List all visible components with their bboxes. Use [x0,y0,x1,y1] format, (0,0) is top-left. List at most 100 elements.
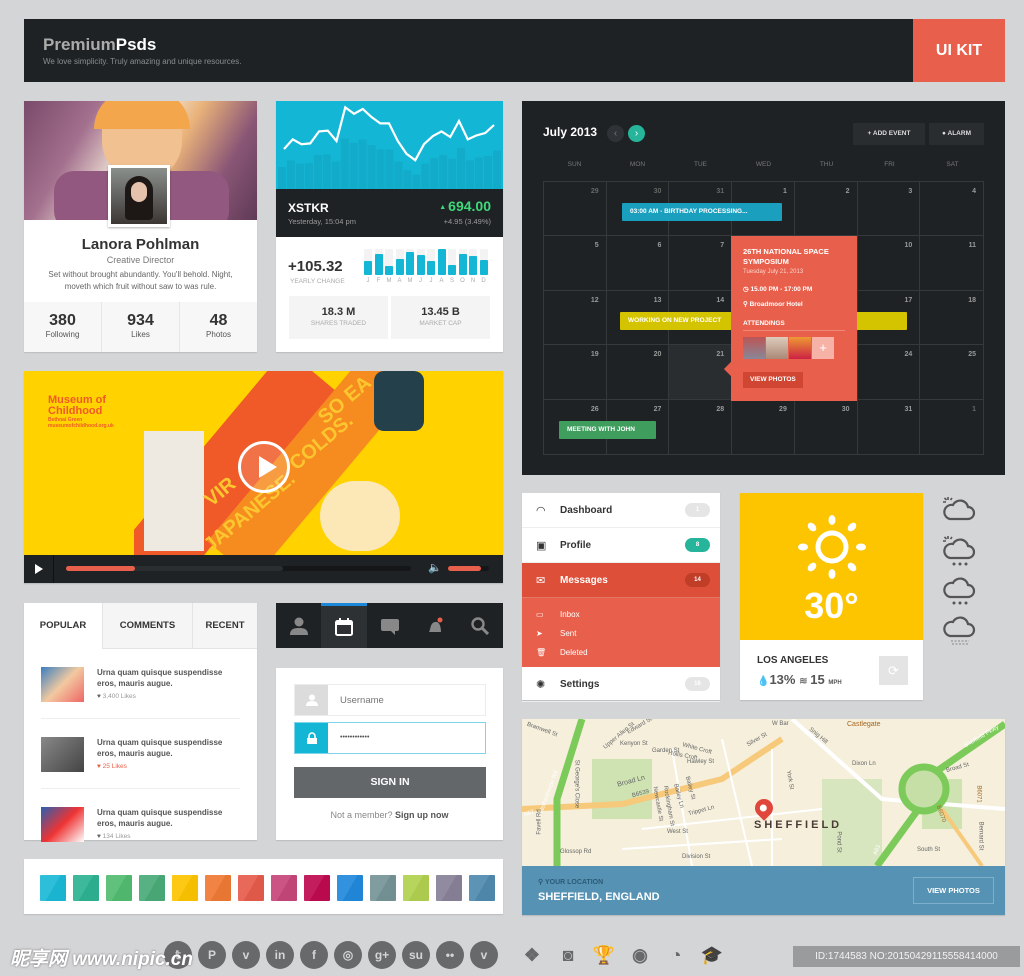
submenu-item-sent[interactable]: ➤ Sent [522,624,720,643]
prev-month-button[interactable]: ‹ [607,125,624,142]
camera-icon[interactable]: ◉ [626,941,654,969]
color-swatch[interactable] [403,875,429,901]
stumbleupon-icon[interactable]: su [402,941,430,969]
nav-search-button[interactable] [458,603,503,648]
volume-icon[interactable]: 🔈 [428,561,442,574]
list-item[interactable]: Urna quam quisque suspendisse eros, maur… [41,649,240,719]
color-swatch[interactable] [172,875,198,901]
volume-slider[interactable] [448,566,489,571]
calendar-day[interactable]: 2 [794,182,858,237]
attendee-avatar[interactable] [789,337,811,359]
calendar-day[interactable]: 1 [920,400,983,454]
color-swatch[interactable] [304,875,330,901]
color-swatch[interactable] [337,875,363,901]
sidebar-item-messages[interactable]: ✉ Messages 14 [522,563,720,597]
view-photos-button[interactable]: VIEW PHOTOS [743,372,803,388]
stat-following[interactable]: 380 Following [24,302,102,352]
facebook-icon[interactable]: f [300,941,328,969]
linkedin-icon[interactable]: in [266,941,294,969]
sign-in-button[interactable]: SIGN IN [294,767,486,798]
calendar-day[interactable]: 29 [732,399,795,454]
pie-chart-icon[interactable]: ◔ [662,941,690,969]
sidebar-item-dashboard[interactable]: ◠ Dashboard 1 [522,493,720,528]
attendee-avatar[interactable] [766,337,788,359]
post-title[interactable]: Urna quam quisque suspendisse eros, maur… [97,667,240,689]
google-plus-icon[interactable]: g+ [368,941,396,969]
calendar-event[interactable]: MEETING WITH JOHN [559,421,656,439]
add-attendee-button[interactable]: + [812,337,834,359]
password-input[interactable]: •••••••••••• [328,723,485,753]
calendar-day[interactable]: 21 [669,345,733,400]
calendar-event[interactable]: 03:00 AM - BIRTHDAY PROCESSING... [622,203,782,221]
add-event-button[interactable]: + ADD EVENT [853,123,925,145]
calendar-day[interactable]: 20 [606,345,670,400]
calendar-day[interactable]: 24 [857,345,921,400]
color-swatch[interactable] [73,875,99,901]
map-view[interactable]: SHEFFIELD Broad Ln Garden St Hawley St D… [522,719,1005,866]
color-swatch[interactable] [370,875,396,901]
calendar-day[interactable]: 3 [857,182,921,237]
dribbble-icon[interactable]: ◎ [334,941,362,969]
username-field[interactable] [294,684,486,716]
calendar-day[interactable]: 12 [544,290,607,346]
post-title[interactable]: Urna quam quisque suspendisse eros, maur… [97,807,240,829]
calendar-day[interactable]: 5 [544,236,607,291]
calendar-day[interactable]: 18 [920,291,983,346]
post-title[interactable]: Urna quam quisque suspendisse eros, maur… [97,737,240,759]
color-swatch[interactable] [205,875,231,901]
submenu-item-deleted[interactable]: 🗑 Deleted [522,643,720,662]
attendee-avatar[interactable] [743,337,765,359]
calendar-day[interactable]: 25 [920,345,983,400]
instagram-icon[interactable]: ◙ [554,941,582,969]
trophy-icon[interactable]: 🏆 [590,941,618,969]
sidebar-item-profile[interactable]: ▣ Profile 8 [522,528,720,563]
calendar-day[interactable]: 28 [669,399,733,454]
nav-calendar-button[interactable] [321,603,367,648]
nav-chat-button[interactable] [367,603,412,648]
password-field[interactable]: •••••••••••• [294,722,486,754]
dropbox-icon[interactable]: ❖ [518,941,546,969]
pinterest-icon[interactable]: P [198,941,226,969]
list-item[interactable]: Urna quam quisque suspendisse eros, maur… [41,789,240,842]
refresh-button[interactable]: ⟳ [879,656,908,685]
color-swatch[interactable] [238,875,264,901]
vimeo-icon[interactable]: v [232,941,260,969]
alarm-button[interactable]: ● ALARM [929,123,984,145]
calendar-day[interactable]: 29 [544,182,607,237]
graduation-cap-icon[interactable]: 🎓 [698,941,726,969]
calendar-day[interactable]: 11 [920,236,983,291]
tab-comments[interactable]: COMMENTS [102,603,192,649]
color-swatch[interactable] [106,875,132,901]
nav-bell-button[interactable] [412,603,457,648]
calendar-day[interactable]: 30 [795,399,858,454]
calendar-day[interactable]: 31 [858,399,921,454]
sidebar-item-settings[interactable]: ✺ Settings 16 [522,667,720,702]
view-photos-button[interactable]: VIEW PHOTOS [913,877,994,904]
calendar-day[interactable]: 4 [920,182,983,237]
list-item[interactable]: Urna quam quisque suspendisse eros, maur… [41,719,240,789]
play-button[interactable] [24,555,54,583]
vine-icon[interactable]: v [470,941,498,969]
nav-user-button[interactable] [276,603,321,648]
color-swatch[interactable] [436,875,462,901]
color-swatch[interactable] [139,875,165,901]
sign-up-link[interactable]: Sign up now [395,810,449,820]
play-overlay-button[interactable] [238,441,290,493]
username-input[interactable] [328,685,485,715]
color-swatch[interactable] [40,875,66,901]
color-swatch[interactable] [469,875,495,901]
stat-photos[interactable]: 48 Photos [180,302,257,352]
seek-bar[interactable] [66,566,411,571]
stat-likes[interactable]: 934 Likes [102,302,180,352]
next-month-button[interactable]: › [628,125,645,142]
calendar-day[interactable]: 10 [857,236,921,291]
flickr-icon[interactable]: •• [436,941,464,969]
calendar-day[interactable]: 6 [606,236,670,291]
tab-popular[interactable]: POPULAR [24,603,102,649]
calendar-day[interactable]: 7 [669,236,733,291]
tab-recent[interactable]: RECENT [192,603,257,649]
color-swatch[interactable] [271,875,297,901]
calendar-day[interactable]: 19 [544,345,607,400]
avatar[interactable] [108,165,170,227]
submenu-item-inbox[interactable]: ▭ Inbox [522,605,720,624]
